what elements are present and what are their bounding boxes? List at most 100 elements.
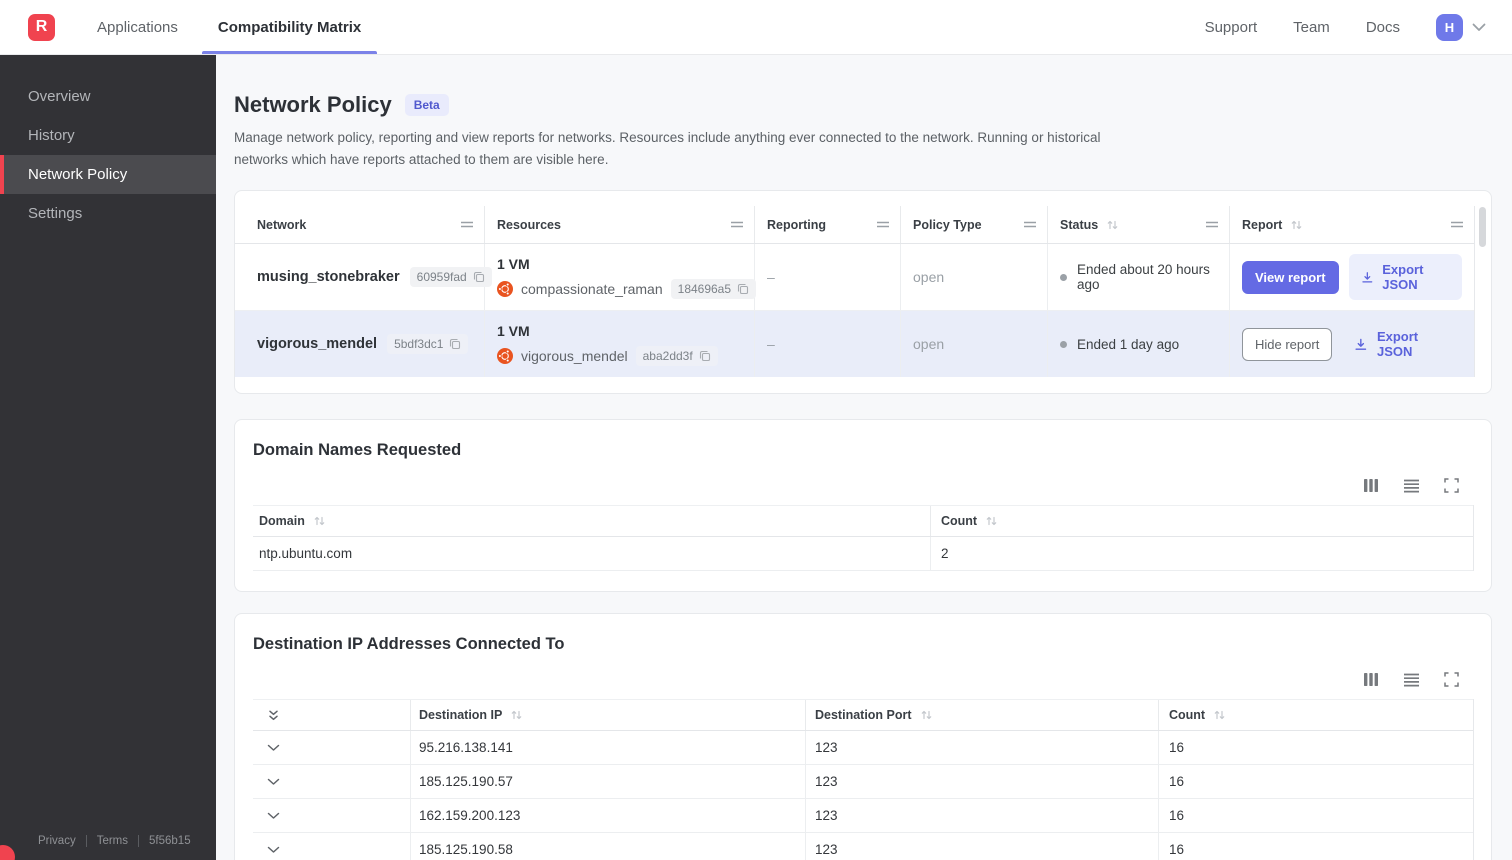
hide-report-button[interactable]: Hide report: [1242, 327, 1333, 361]
destination-ip-cell: 185.125.190.58: [411, 833, 806, 860]
chevron-down-icon[interactable]: [267, 846, 280, 854]
network-cell: vigorous_mendel 5bdf3dc1: [235, 311, 485, 378]
column-resize-handle[interactable]: [460, 221, 474, 228]
sort-icon[interactable]: [985, 515, 998, 527]
network-id: 5bdf3dc1: [394, 337, 444, 352]
toggle-columns-icon[interactable]: [1363, 478, 1379, 493]
column-header-count[interactable]: Count: [1159, 700, 1473, 730]
table-scrollbar-thumb[interactable]: [1479, 207, 1486, 248]
chevron-down-icon[interactable]: [267, 812, 280, 820]
sidebar-item-network-policy[interactable]: Network Policy: [0, 155, 216, 194]
copy-icon[interactable]: [449, 338, 461, 350]
card-title: Domain Names Requested: [253, 441, 462, 460]
destination-port-cell: 123: [806, 765, 1159, 799]
sort-icon[interactable]: [313, 515, 326, 527]
status-dot-icon: [1060, 273, 1067, 281]
tab-compatibility-matrix[interactable]: Compatibility Matrix: [198, 0, 381, 54]
resource-id-badge[interactable]: 184696a5: [670, 278, 757, 299]
column-label: Resources: [497, 217, 561, 232]
sort-icon[interactable]: [1213, 709, 1226, 721]
network-id-badge[interactable]: 60959fad: [409, 267, 492, 288]
networks-table: Network Resources Reporting Policy Type: [235, 206, 1475, 378]
page-description: Manage network policy, reporting and vie…: [234, 130, 1101, 167]
resource-id-badge[interactable]: aba2dd3f: [635, 345, 718, 366]
table-row[interactable]: 162.159.200.123 123 16: [253, 799, 1473, 834]
export-json-button[interactable]: Export JSON: [1342, 321, 1462, 367]
domains-table-header: Domain Count: [253, 505, 1473, 538]
copy-icon[interactable]: [699, 350, 711, 362]
sort-icon[interactable]: [920, 709, 933, 721]
sort-icon[interactable]: [1290, 219, 1303, 231]
vm-count: 1 VM: [497, 255, 530, 272]
sidebar-item-settings[interactable]: Settings: [0, 194, 216, 233]
privacy-link[interactable]: Privacy: [38, 835, 76, 847]
status-cell: Ended 1 day ago: [1048, 311, 1230, 378]
network-id: 60959fad: [416, 270, 467, 285]
expander-cell[interactable]: [253, 731, 411, 765]
table-row[interactable]: 185.125.190.57 123 16: [253, 765, 1473, 800]
network-id-badge[interactable]: 5bdf3dc1: [387, 334, 469, 355]
network-name: musing_stonebraker: [257, 269, 400, 286]
fullscreen-icon[interactable]: [1444, 478, 1459, 493]
expand-all-header[interactable]: [253, 700, 411, 731]
table-row-selected[interactable]: vigorous_mendel 5bdf3dc1 1 VM vigorous_m…: [235, 311, 1474, 378]
sidebar-item-overview[interactable]: Overview: [0, 77, 216, 116]
table-row[interactable]: ntp.ubuntu.com 2: [253, 537, 1473, 572]
column-header-domain[interactable]: Domain: [253, 506, 931, 537]
export-json-label: Export JSON: [1382, 262, 1424, 293]
nav-link-team[interactable]: Team: [1293, 19, 1330, 36]
ubuntu-icon: [497, 347, 513, 364]
nav-link-support[interactable]: Support: [1205, 19, 1258, 36]
main-content: Network Policy Beta Manage network polic…: [216, 55, 1512, 860]
report-cell: Hide report Export JSON: [1230, 311, 1474, 377]
networks-table-header: Network Resources Reporting Policy Type: [235, 206, 1474, 245]
chevron-down-icon[interactable]: [267, 778, 280, 786]
table-row[interactable]: 185.125.190.58 123 16: [253, 833, 1473, 860]
column-label: Count: [1169, 708, 1206, 723]
sort-icon[interactable]: [1106, 219, 1119, 231]
column-label: Policy Type: [913, 217, 982, 232]
column-header-report[interactable]: Report: [1230, 206, 1474, 243]
fullscreen-icon[interactable]: [1444, 672, 1459, 687]
expand-all-icon[interactable]: [267, 709, 280, 722]
column-resize-handle[interactable]: [1023, 221, 1037, 228]
status-text: Ended 1 day ago: [1077, 336, 1180, 352]
expander-cell[interactable]: [253, 833, 411, 860]
column-header-destination-port[interactable]: Destination Port: [806, 700, 1159, 731]
copy-icon[interactable]: [473, 271, 485, 283]
top-navbar: R Applications Compatibility Matrix Supp…: [0, 0, 1512, 55]
table-row[interactable]: 95.216.138.141 123 16: [253, 731, 1473, 766]
column-resize-handle[interactable]: [1205, 221, 1219, 228]
sort-icon[interactable]: [510, 709, 523, 721]
count-cell: 16: [1169, 740, 1185, 756]
avatar[interactable]: H: [1436, 13, 1463, 41]
column-header-count[interactable]: Count: [931, 506, 1473, 536]
column-resize-handle[interactable]: [876, 221, 890, 228]
copy-icon[interactable]: [737, 283, 749, 295]
export-json-button[interactable]: Export JSON: [1348, 254, 1462, 301]
count-cell: 16: [1169, 842, 1185, 858]
user-menu[interactable]: H: [1436, 13, 1486, 41]
expander-cell[interactable]: [253, 799, 411, 833]
page-title: Network Policy: [234, 92, 392, 117]
expander-cell[interactable]: [253, 765, 411, 799]
terms-link[interactable]: Terms: [97, 835, 128, 847]
nav-link-docs[interactable]: Docs: [1366, 19, 1400, 36]
tab-applications[interactable]: Applications: [77, 0, 198, 54]
chevron-down-icon[interactable]: [267, 744, 280, 752]
column-resize-handle[interactable]: [1450, 221, 1464, 228]
column-header-status[interactable]: Status: [1048, 206, 1230, 244]
destination-ip-cell: 185.125.190.57: [411, 765, 806, 799]
app-logo[interactable]: R: [28, 13, 55, 41]
row-density-icon[interactable]: [1403, 673, 1420, 687]
domain-cell: ntp.ubuntu.com: [253, 537, 931, 571]
status-dot-icon: [1060, 340, 1067, 348]
networks-card: Network Resources Reporting Policy Type: [234, 190, 1492, 395]
row-density-icon[interactable]: [1403, 479, 1420, 493]
view-report-button[interactable]: View report: [1242, 260, 1339, 294]
column-resize-handle[interactable]: [730, 221, 744, 228]
column-header-destination-ip[interactable]: Destination IP: [411, 700, 806, 731]
toggle-columns-icon[interactable]: [1363, 672, 1379, 687]
sidebar-item-history[interactable]: History: [0, 116, 216, 155]
table-row[interactable]: musing_stonebraker 60959fad 1 VM compass…: [235, 244, 1474, 312]
